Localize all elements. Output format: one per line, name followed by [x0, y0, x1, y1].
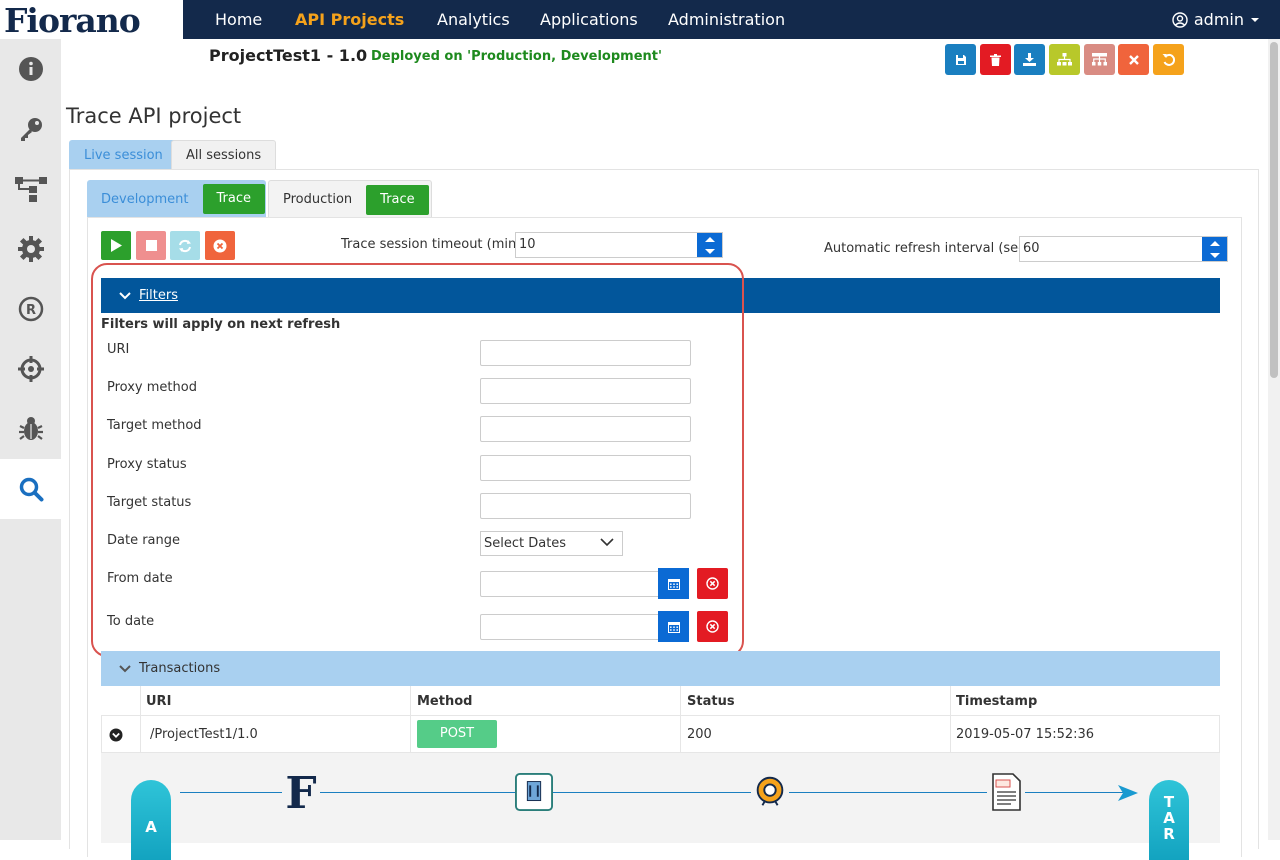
- transaction-flow-diagram: [101, 753, 1220, 843]
- fiorano-logo[interactable]: Fiorano: [0, 0, 183, 39]
- user-menu[interactable]: admin: [1172, 0, 1260, 39]
- service-gear-icon[interactable]: [751, 772, 789, 812]
- play-icon: [111, 239, 122, 252]
- key-icon: [20, 118, 42, 141]
- development-trace-button[interactable]: Trace: [202, 184, 266, 214]
- json-xml-transform-icon[interactable]: [515, 772, 553, 812]
- nav-api-projects[interactable]: API Projects: [295, 0, 404, 39]
- user-icon: [1172, 11, 1188, 28]
- save-icon: [955, 54, 966, 65]
- undo-button[interactable]: [1153, 44, 1184, 75]
- deployment-status: Deployed on 'Production, Development': [371, 49, 662, 64]
- chevron-circle-down-icon: [109, 728, 123, 742]
- refresh-interval-value: 60: [1023, 241, 1040, 256]
- chevron-down-icon: [119, 664, 131, 672]
- caret-down-icon: [1251, 17, 1259, 22]
- registered-icon: R: [18, 296, 43, 322]
- flow-target-node[interactable]: TAR: [1149, 780, 1189, 860]
- timeout-stepper[interactable]: 10: [515, 232, 723, 258]
- sidebar-item-registered[interactable]: R: [0, 279, 61, 339]
- close-icon: [1128, 54, 1139, 65]
- nav-analytics[interactable]: Analytics: [437, 0, 510, 39]
- development-label: Development: [101, 191, 189, 207]
- page-title: Trace API project: [66, 104, 242, 128]
- svg-text:R: R: [25, 303, 35, 318]
- sidebar-item-flows[interactable]: [0, 159, 61, 219]
- tab-development[interactable]: Development Trace: [87, 180, 266, 218]
- download-button[interactable]: [1014, 44, 1045, 75]
- search-icon: [19, 477, 43, 502]
- download-icon: [1023, 53, 1036, 66]
- svg-text:F: F: [285, 772, 316, 812]
- project-title: ProjectTest1 - 1.0: [209, 46, 368, 65]
- structure-icon: [1092, 53, 1107, 66]
- scrollbar-thumb[interactable]: [1270, 42, 1278, 378]
- settings-icon: [17, 236, 44, 262]
- arrow-head-icon: [1118, 785, 1138, 801]
- close-button[interactable]: [1118, 44, 1149, 75]
- nav-administration[interactable]: Administration: [668, 0, 785, 39]
- column-header-method[interactable]: Method: [417, 694, 472, 709]
- column-header-uri[interactable]: URI: [146, 694, 171, 709]
- timeout-label: Trace session timeout (mins): [341, 237, 529, 252]
- tab-all-sessions[interactable]: All sessions: [171, 140, 277, 170]
- user-name: admin: [1193, 10, 1244, 29]
- info-icon: [18, 57, 43, 81]
- sidebar-item-keys[interactable]: [0, 99, 61, 159]
- tab-production[interactable]: Production Trace: [268, 180, 432, 218]
- stop-icon: [145, 240, 157, 251]
- transactions-header[interactable]: Transactions: [101, 651, 1220, 686]
- start-button[interactable]: [101, 231, 131, 260]
- target-icon: [17, 356, 44, 382]
- save-button[interactable]: [945, 44, 976, 75]
- hierarchy-button[interactable]: [1049, 44, 1080, 75]
- method-badge: POST: [417, 720, 497, 748]
- flow-start-node[interactable]: A: [131, 780, 171, 860]
- top-nav-bar: Fiorano Home API Projects Analytics Appl…: [0, 0, 1280, 39]
- undo-icon: [1162, 53, 1175, 66]
- row-timestamp: 2019-05-07 15:52:36: [956, 727, 1095, 742]
- sidebar-item-info[interactable]: [0, 39, 61, 99]
- refresh-interval-label: Automatic refresh interval (secs): [824, 241, 1038, 256]
- timeout-spin-arrows[interactable]: [697, 233, 722, 257]
- transactions-title: Transactions: [139, 661, 221, 676]
- sidebar-item-debug[interactable]: [0, 399, 61, 459]
- sidebar-item-trace[interactable]: [0, 459, 61, 519]
- refresh-interval-stepper[interactable]: 60: [1019, 236, 1228, 262]
- structure-button[interactable]: [1084, 44, 1115, 75]
- delete-icon: [990, 53, 1001, 66]
- flow-icon: [14, 177, 47, 202]
- variable-document-icon[interactable]: [987, 772, 1025, 812]
- sidebar-item-target[interactable]: [0, 339, 61, 399]
- sidebar-item-settings[interactable]: [0, 219, 61, 279]
- nav-applications[interactable]: Applications: [540, 0, 638, 39]
- nav-home[interactable]: Home: [215, 0, 262, 39]
- svg-text:Fiorano: Fiorano: [4, 3, 140, 37]
- delete-button[interactable]: [980, 44, 1011, 75]
- row-status: 200: [687, 727, 712, 742]
- clear-button[interactable]: [205, 231, 235, 260]
- production-trace-button[interactable]: Trace: [366, 184, 429, 215]
- refresh-spin-arrows[interactable]: [1202, 237, 1227, 261]
- row-uri: /ProjectTest1/1.0: [150, 727, 258, 742]
- tab-live-session[interactable]: Live session: [69, 140, 178, 170]
- refresh-icon: [179, 239, 191, 252]
- stop-button[interactable]: [136, 231, 166, 260]
- timeout-value: 10: [519, 237, 536, 252]
- column-header-status[interactable]: Status: [687, 694, 735, 709]
- production-label: Production: [283, 192, 353, 207]
- column-header-timestamp[interactable]: Timestamp: [956, 694, 1037, 709]
- bug-icon: [18, 417, 43, 440]
- filters-highlight-outline: [91, 263, 744, 657]
- hierarchy-icon: [1057, 53, 1072, 66]
- expand-row-button[interactable]: [109, 727, 123, 746]
- refresh-button[interactable]: [170, 231, 200, 260]
- fiorano-step-icon[interactable]: F: [282, 772, 320, 812]
- cancel-icon: [213, 239, 227, 252]
- sidebar: R: [0, 39, 61, 840]
